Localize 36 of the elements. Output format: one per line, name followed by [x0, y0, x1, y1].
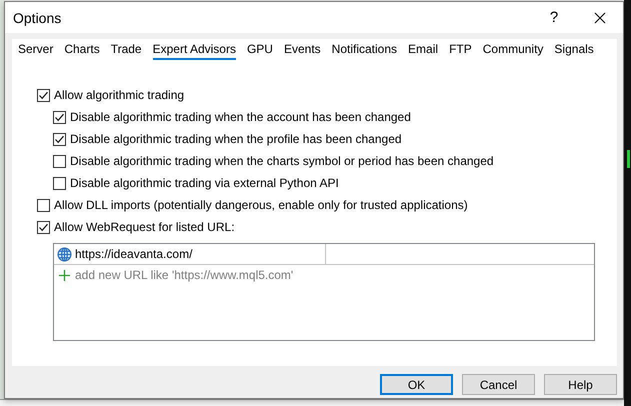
plus-icon[interactable] [59, 270, 70, 280]
option-label: Disable algorithmic trading via external Python API [70, 176, 339, 190]
add-url-hint[interactable]: add new URL like 'https://www.mql5.com' [75, 268, 294, 282]
checkbox[interactable] [53, 176, 66, 190]
globe-icon [57, 246, 72, 262]
option-label: Allow algorithmic trading [54, 88, 184, 102]
chart-mark [627, 150, 630, 168]
tab[interactable]: FTP [449, 42, 472, 60]
help-button[interactable]: ? [531, 9, 577, 26]
window-title: Options [13, 10, 62, 26]
tab[interactable]: Events [284, 42, 321, 60]
close-icon [594, 12, 606, 24]
dialog-button[interactable]: Help [544, 374, 617, 395]
dialog-button[interactable]: OK [380, 374, 453, 395]
option-label: Allow WebRequest for listed URL: [54, 220, 235, 234]
tab[interactable]: Community [482, 42, 544, 60]
tab[interactable]: Charts [64, 42, 100, 60]
option-label: Allow DLL imports (potentially dangerous, enable only for trusted applications) [54, 198, 468, 212]
tab[interactable]: Signals [554, 42, 594, 60]
checkbox[interactable] [53, 110, 66, 124]
checkbox[interactable] [37, 198, 50, 212]
dialog-button[interactable]: Cancel [462, 374, 535, 395]
url-text[interactable]: https://ideavanta.com/ [75, 247, 192, 261]
tab[interactable]: Expert Advisors [152, 42, 236, 60]
option-label: Disable algorithmic trading when the charts symbol or period has been changed [70, 154, 494, 168]
checkbox[interactable] [53, 132, 66, 146]
tab[interactable]: Email [408, 42, 438, 60]
tab[interactable]: Server [18, 42, 54, 60]
option-label: Disable algorithmic trading when the profile has been changed [70, 132, 402, 146]
checkbox[interactable] [37, 220, 50, 234]
tab[interactable]: Notifications [332, 42, 398, 60]
checkbox[interactable] [37, 88, 50, 102]
option-label: Disable algorithmic trading when the account has been changed [70, 110, 411, 124]
tab[interactable]: GPU [246, 42, 273, 60]
tab[interactable]: Trade [110, 42, 142, 60]
checkbox[interactable] [53, 154, 66, 168]
